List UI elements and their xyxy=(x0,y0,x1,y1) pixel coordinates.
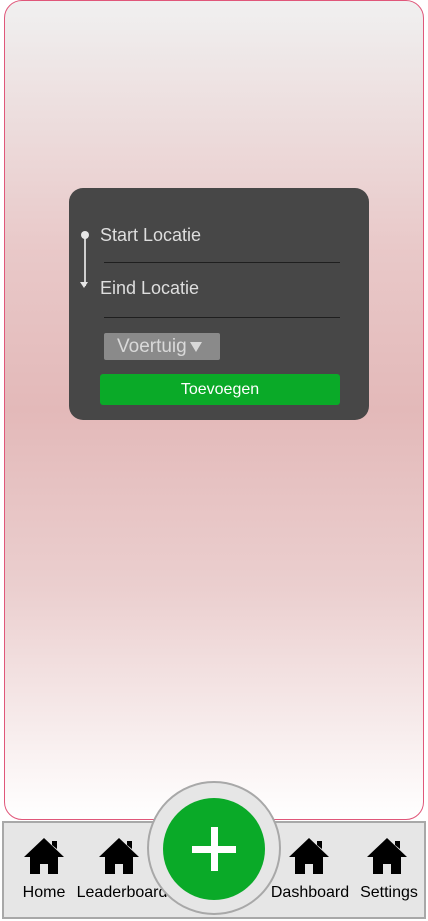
add-fab-button[interactable] xyxy=(163,798,265,900)
nav-label-leaderboard: Leaderboard xyxy=(76,884,168,901)
vehicle-select-label: Voertuig xyxy=(117,336,187,357)
home-icon xyxy=(367,838,407,874)
route-connector-line xyxy=(84,234,86,286)
nav-item-settings[interactable]: Settings xyxy=(357,823,421,917)
start-location-input[interactable]: Start Locatie xyxy=(100,224,340,246)
home-icon xyxy=(289,838,329,874)
route-start-dot-icon xyxy=(81,231,89,239)
end-location-input[interactable]: Eind Locatie xyxy=(100,277,340,299)
home-icon xyxy=(99,838,139,874)
add-route-button[interactable]: Toevoegen xyxy=(100,374,340,405)
nav-label-home: Home xyxy=(22,884,66,901)
nav-label-settings: Settings xyxy=(360,884,418,901)
nav-item-home[interactable]: Home xyxy=(20,823,68,917)
route-end-arrow-icon xyxy=(80,282,88,288)
nav-label-dashboard: Dashboard xyxy=(270,884,350,901)
app-screen: Start Locatie Eind Locatie Voertuig Toev… xyxy=(4,0,424,820)
end-location-underline xyxy=(104,317,340,318)
home-icon xyxy=(24,838,64,874)
route-form-card: Start Locatie Eind Locatie Voertuig Toev… xyxy=(69,188,369,420)
caret-down-icon xyxy=(189,341,202,352)
start-location-underline xyxy=(104,262,340,263)
plus-icon-vertical xyxy=(211,827,218,871)
vehicle-select[interactable]: Voertuig xyxy=(104,333,220,360)
